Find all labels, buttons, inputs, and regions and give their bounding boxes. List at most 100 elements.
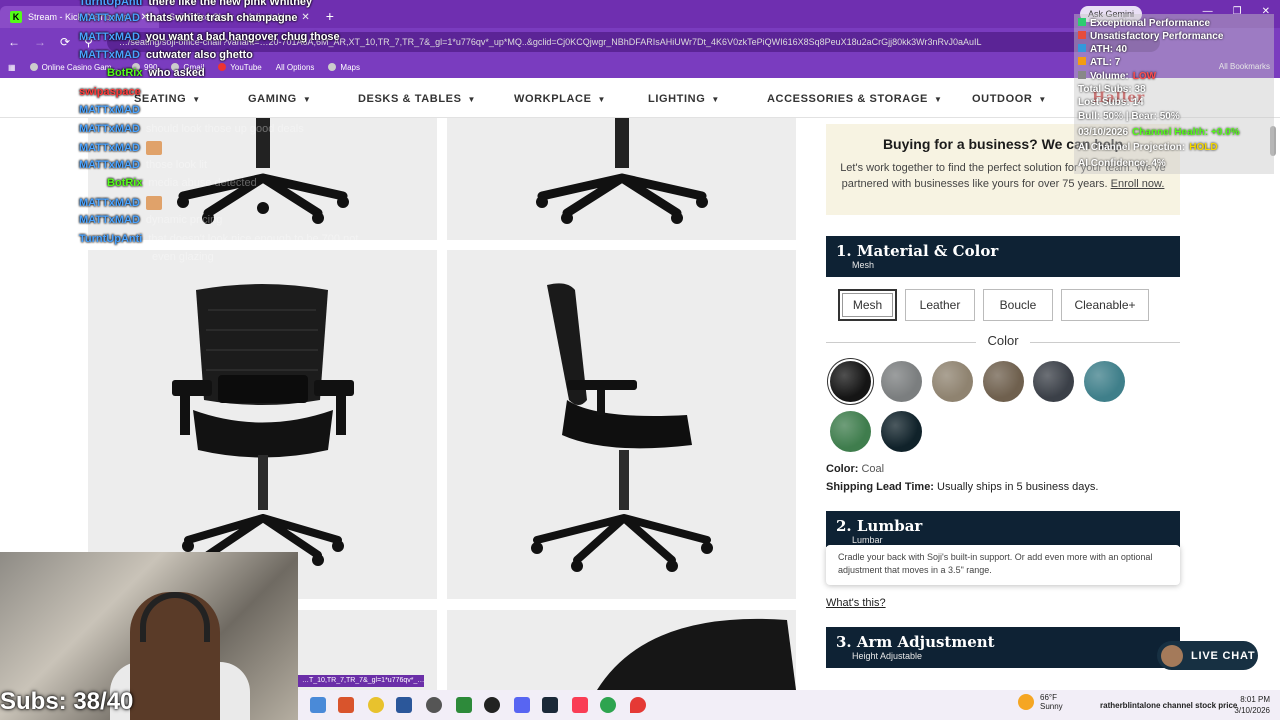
legend-square-icon — [1078, 31, 1086, 39]
word-icon[interactable] — [396, 697, 412, 713]
chrome-icon[interactable] — [368, 697, 384, 713]
steam-icon[interactable] — [542, 697, 558, 713]
swatch-brown[interactable] — [983, 361, 1024, 402]
chat-text: even glazing — [152, 251, 214, 263]
product-image-detail-2[interactable] — [447, 610, 796, 690]
swatch-tan[interactable] — [932, 361, 973, 402]
app-icon[interactable] — [484, 697, 500, 713]
nav-lighting[interactable]: LIGHTING ▼ — [648, 93, 720, 105]
chat-username[interactable]: MATTxMAD — [79, 49, 140, 61]
stat-line: Lost Subs: 14 — [1078, 97, 1144, 108]
color-heading: Color — [826, 333, 1180, 348]
chat-text: those look lit — [145, 159, 208, 171]
stat-text: Lost Subs: 14 — [1078, 97, 1144, 108]
weather-widget[interactable]: 66°F Sunny — [1018, 693, 1063, 711]
stat-text: Exceptional Performance — [1090, 18, 1211, 29]
chair-side-image — [531, 283, 713, 572]
material-boucle-button[interactable]: Boucle — [983, 289, 1053, 321]
new-tab-icon[interactable]: + — [326, 8, 334, 24]
swatch-charcoal[interactable] — [1033, 361, 1074, 402]
stat-line: Exceptional Performance — [1078, 18, 1210, 29]
chat-text: thats white trash champagne — [145, 12, 298, 24]
chat-username[interactable]: MATTxMAD — [79, 142, 140, 154]
swatch-coal[interactable] — [830, 361, 871, 402]
chat-username[interactable]: swipaspace — [79, 86, 141, 98]
product-image-side[interactable] — [447, 250, 796, 599]
stat-line: AI Channel Projection: HOLD — [1078, 142, 1218, 153]
copilot-icon[interactable] — [310, 697, 326, 713]
swatch-green[interactable] — [830, 411, 871, 452]
swatch-grey[interactable] — [881, 361, 922, 402]
status-url-preview: …T_10,TR_7,TR_7&_gl=1*u776qv*_… — [298, 675, 424, 687]
chat-message: TurntUpAnti there like the new pink Whitn… — [79, 0, 312, 8]
nav-desks-tables[interactable]: DESKS & TABLES ▼ — [358, 93, 476, 105]
chair-base-image — [536, 118, 708, 224]
chat-message: MATTxMAD — [79, 141, 162, 155]
obs-icon[interactable] — [426, 697, 442, 713]
material-cleanable-button[interactable]: Cleanable+ — [1061, 289, 1149, 321]
chevron-down-icon: ▼ — [467, 95, 477, 104]
system-clock[interactable]: 8:01 PM 3/10/2026 — [1234, 694, 1270, 716]
chat-message: MATTxMAD — [79, 196, 162, 210]
page-scrollbar[interactable] — [1270, 120, 1278, 680]
stat-line: ATH: 40 — [1078, 44, 1127, 55]
enroll-now-link[interactable]: Enroll now. — [1111, 178, 1165, 190]
chat-username[interactable]: BotRix — [107, 67, 142, 79]
swatch-teal[interactable] — [1084, 361, 1125, 402]
xbox-icon[interactable] — [456, 697, 472, 713]
section-arm-adjustment[interactable]: 3. Arm Adjustment Height Adjustable — [826, 627, 1180, 668]
chrome-active-icon[interactable] — [600, 697, 616, 713]
chat-username[interactable]: MATTxMAD — [79, 214, 140, 226]
discord-icon[interactable] — [514, 697, 530, 713]
music-icon[interactable] — [572, 697, 588, 713]
nav-accessories-storage[interactable]: ACCESSORIES & STORAGE ▼ — [767, 93, 942, 105]
powerpoint-icon[interactable] — [338, 697, 354, 713]
chat-text: cutwater also ghetto — [145, 49, 253, 61]
close-tab-icon[interactable]: ✕ — [301, 12, 309, 23]
reload-icon[interactable]: ⟳ — [60, 35, 70, 49]
bookmark-item[interactable]: Maps — [328, 63, 360, 72]
chat-username[interactable]: MATTxMAD — [79, 123, 140, 135]
product-image-back[interactable] — [88, 250, 437, 599]
chat-username[interactable]: MATTxMAD — [79, 12, 140, 24]
chat-username[interactable]: MATTxMAD — [79, 31, 140, 43]
chevron-down-icon: ▼ — [302, 95, 312, 104]
product-image-base-side[interactable] — [447, 118, 796, 240]
chat-username[interactable]: MATTxMAD — [79, 197, 140, 209]
section-title: 2. Lumbar — [836, 517, 923, 535]
youtube-icon — [218, 63, 227, 71]
chat-username[interactable]: BotRix — [107, 177, 142, 189]
emote-icon — [145, 196, 162, 210]
swatch-navy[interactable] — [881, 411, 922, 452]
forward-icon[interactable]: → — [34, 35, 46, 49]
nav-outdoor[interactable]: OUTDOOR ▼ — [972, 93, 1047, 105]
bookmark-item[interactable]: YouTube — [218, 63, 262, 72]
section-lumbar[interactable]: 2. Lumbar Lumbar — [826, 511, 1180, 547]
stat-line: Bull: 50% | Bear: 50% — [1078, 111, 1180, 122]
color-selection: Color: Coal — [826, 463, 885, 475]
bookmark-item[interactable]: All Options — [276, 63, 315, 72]
chat-username[interactable]: TurntUpAnti — [79, 233, 142, 245]
maps-pin-icon[interactable] — [630, 697, 646, 713]
section-material-color[interactable]: 1. Material & Color Mesh — [826, 236, 1180, 277]
chat-message: MATTxMAD you want a bad hangover chug tho… — [79, 31, 340, 43]
chat-message: BotRix who asked — [107, 67, 205, 79]
nav-workplace[interactable]: WORKPLACE ▼ — [514, 93, 606, 105]
chevron-down-icon: ▼ — [711, 95, 720, 104]
apps-grid-icon[interactable]: ▦ — [8, 63, 16, 72]
lumbar-tooltip: Cradle your back with Soji's built-in su… — [826, 545, 1180, 585]
chat-message: TurntUpAnti that doesn't look nice enough… — [79, 233, 358, 245]
material-leather-button[interactable]: Leather — [905, 289, 975, 321]
chat-username[interactable]: MATTxMAD — [79, 104, 140, 116]
back-icon[interactable]: ← — [8, 35, 20, 49]
bookmark-item[interactable]: Online Casino Gam... — [29, 63, 118, 72]
stat-text: ATH: 40 — [1090, 44, 1128, 55]
whats-this-link[interactable]: What's this? — [826, 597, 886, 609]
material-mesh-button[interactable]: Mesh — [838, 289, 897, 321]
chat-username[interactable]: MATTxMAD — [79, 159, 140, 171]
bookmark-favicon-icon — [29, 63, 38, 71]
agent-avatar — [1161, 644, 1183, 667]
live-chat-button[interactable]: LIVE CHAT — [1157, 641, 1258, 670]
stat-line: Volume: LOW — [1078, 71, 1156, 82]
chat-username[interactable]: TurntUpAnti — [79, 0, 142, 8]
